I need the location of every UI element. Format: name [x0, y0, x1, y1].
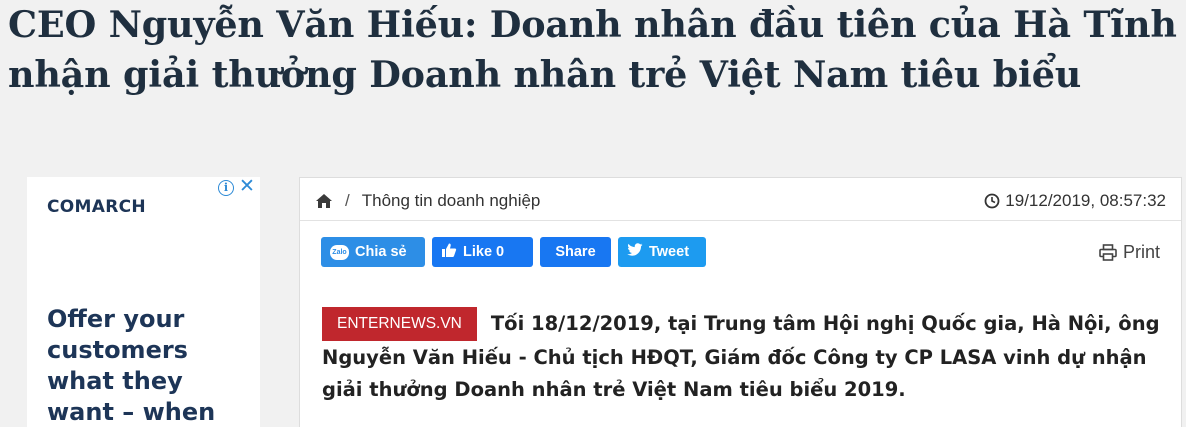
info-icon[interactable]: i	[218, 180, 234, 196]
source-badge: ENTERNEWS.VN	[322, 307, 477, 341]
breadcrumb-category[interactable]: Thông tin doanh nghiệp	[362, 191, 541, 211]
breadcrumb: / Thông tin doanh nghiệp	[315, 190, 540, 212]
tweet-label: Tweet	[649, 244, 690, 260]
breadcrumb-separator: /	[345, 191, 350, 210]
ad-brand-logo: COMARCH	[47, 197, 146, 217]
article-card: / Thông tin doanh nghiệp 19/12/2019, 08:…	[299, 177, 1182, 427]
print-button[interactable]: Print	[1099, 239, 1160, 265]
tweet-button[interactable]: Tweet	[618, 237, 706, 267]
ad-banner[interactable]: COMARCH i ✕ Offer your customers what th…	[27, 177, 260, 427]
twitter-bird-icon	[627, 243, 643, 261]
publish-timestamp: 19/12/2019, 08:57:32	[984, 190, 1166, 212]
printer-icon	[1099, 243, 1117, 261]
facebook-like-button[interactable]: Like 0	[432, 237, 533, 267]
timestamp-text: 19/12/2019, 08:57:32	[1005, 191, 1166, 210]
zalo-share-button[interactable]: Zalo Chia sẻ	[321, 237, 425, 267]
home-icon[interactable]	[315, 193, 333, 209]
facebook-share-label: Share	[555, 244, 596, 260]
zalo-icon: Zalo	[330, 244, 349, 260]
print-label: Print	[1122, 241, 1160, 262]
social-share-bar: Zalo Chia sẻ Like 0 Share Tweet	[321, 237, 706, 267]
article-lead: ENTERNEWS.VN Tối 18/12/2019, tại Trung tâ…	[322, 307, 1167, 406]
zalo-share-label: Chia sẻ	[355, 244, 407, 260]
close-icon[interactable]: ✕	[238, 177, 256, 197]
facebook-like-label: Like 0	[463, 244, 505, 260]
facebook-share-button[interactable]: Share	[540, 237, 611, 267]
article-headline: CEO Nguyễn Văn Hiếu: Doanh nhân đầu tiên…	[8, 3, 1177, 96]
facebook-thumb-icon	[441, 242, 457, 262]
header-divider	[300, 220, 1181, 221]
ad-copy[interactable]: Offer your customers what they want – wh…	[47, 304, 257, 427]
clock-icon	[984, 193, 1000, 209]
